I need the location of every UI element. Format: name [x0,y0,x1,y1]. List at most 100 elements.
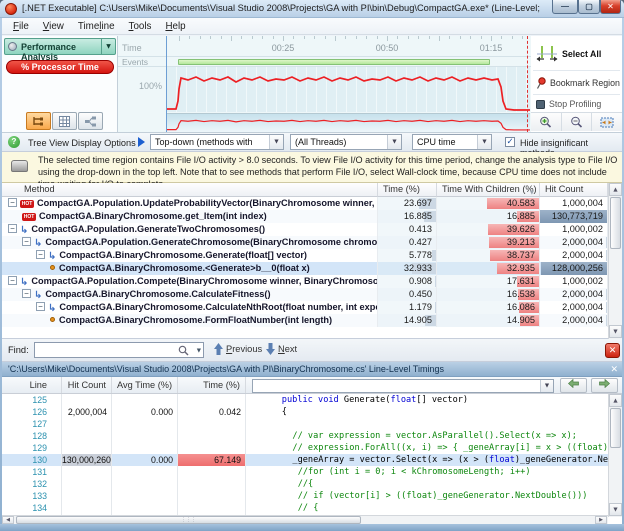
tick-label: 00:25 [266,43,300,53]
minor-tick [231,36,232,41]
chevron-down-icon[interactable]: ▼ [101,39,115,54]
method-row[interactable]: −↳CompactGA.BinaryChromosome.CalculateNt… [2,301,608,314]
close-button[interactable]: ✕ [600,0,621,14]
collapse-icon[interactable]: − [22,237,31,246]
code-row[interactable]: 131//for (int i = 0; i < kChromosomeLeng… [2,466,608,478]
code-row[interactable]: 125public void Generate(float[] vector) [2,394,608,406]
threads-dropdown[interactable]: (All Threads) ▼ [290,134,402,150]
minimize-button[interactable]: — [552,0,578,14]
method-row[interactable]: −↳CompactGA.Population.GenerateTwoChromo… [2,223,608,236]
region-end-marker[interactable] [527,36,528,132]
stop-profiling-button[interactable]: Stop Profiling [531,96,622,112]
close-icon: ✕ [601,0,620,13]
find-next-button[interactable]: Next [266,343,297,355]
scroll-thumb[interactable] [610,197,621,249]
menu-timeline[interactable]: Timeline [71,20,122,33]
cpu-usage-line [166,67,530,112]
menu-file[interactable]: File [6,20,36,33]
collapse-icon[interactable]: − [36,302,45,311]
code-row[interactable]: 129// expression.ForAll((x, i) => { _gen… [2,442,608,454]
cpu-graph[interactable] [166,67,530,112]
panel-close-icon[interactable]: ✕ [610,363,618,377]
source-column-time-[interactable]: Time (%) [178,377,246,393]
code-row[interactable]: 128// var expression = vector.AsParallel… [2,430,608,442]
column-header-method[interactable]: Method [2,183,378,197]
source-column-hit-count[interactable]: Hit Count [62,377,112,393]
timing-metric-dropdown[interactable]: CPU time ▼ [412,134,492,150]
zoom-fit-button[interactable] [592,113,622,131]
code-row[interactable]: 133// if (vector[i] > ((float)_geneGener… [2,490,608,502]
chevron-down-icon: ▼ [269,135,283,149]
zoom-out-button[interactable] [562,113,593,131]
code-row[interactable]: 1262,000,0040.0000.042{ [2,406,608,418]
column-header-time-[interactable]: Time (%) [378,183,437,197]
column-header-hit-count[interactable]: Hit Count [540,183,608,197]
select-all-button[interactable]: Select All [531,42,622,66]
scroll-left-button[interactable]: ◀ [2,516,14,524]
maximize-button[interactable]: ▢ [578,0,600,14]
source-column-avg-time-[interactable]: Avg Time (%) [112,377,178,393]
find-previous-button[interactable]: Previous [214,343,262,355]
method-row[interactable]: CompactGA.BinaryChromosome.FormFloatNumb… [2,314,608,327]
line-number: 128 [2,430,62,442]
code-row[interactable]: 127 [2,418,608,430]
overview-graph[interactable] [166,113,530,132]
hide-insignificant-checkbox[interactable]: ✓ [505,137,515,147]
method-combo[interactable]: ▼ [252,379,554,393]
source-hscrollbar[interactable]: ◀ ⋮⋮⋮ ▶ [2,515,608,524]
collapse-icon[interactable]: − [36,250,45,259]
scroll-thumb[interactable] [610,408,621,448]
method-row[interactable]: CompactGA.BinaryChromosome.<Generate>b__… [2,262,608,275]
grid-view-button[interactable] [52,112,77,130]
menu-help[interactable]: Help [158,20,192,33]
method-row[interactable]: −↳CompactGA.Population.Compete(BinaryChr… [2,275,608,288]
scroll-thumb[interactable]: ⋮⋮⋮ [16,516,361,524]
code-row[interactable]: 134// { [2,502,608,514]
scroll-down-button[interactable]: ▼ [609,325,622,338]
navigate-forward-button[interactable] [591,378,618,393]
time-value: 1.179 [378,301,436,314]
zoom-in-button[interactable] [531,113,562,131]
navigate-back-button[interactable] [560,378,587,393]
find-input[interactable]: ▼ [34,342,204,358]
tree-view-button[interactable] [26,112,51,130]
source-column-line[interactable]: Line [2,377,62,393]
line-hit-count-cell: 130,000,260 [62,454,112,466]
call-graph-view-button[interactable] [78,112,103,130]
help-icon[interactable]: ? [8,136,20,148]
method-row[interactable]: −↳CompactGA.BinaryChromosome.Generate(fl… [2,249,608,262]
collapse-icon[interactable]: − [8,198,17,207]
collapse-icon[interactable]: − [8,224,17,233]
code-row[interactable]: 130130,000,2600.00067.149_geneArray = ve… [2,454,608,466]
menu-tools[interactable]: Tools [122,20,159,33]
view-mode-dropdown[interactable]: Top-down (methods with source) ▼ [150,134,284,150]
call-arrow-icon: ↳ [34,290,42,301]
find-close-button[interactable]: ✕ [605,343,620,358]
collapse-icon[interactable]: − [22,289,31,298]
scroll-up-button[interactable]: ▲ [609,183,622,196]
time-with-children-value: 17.631 [437,275,539,288]
column-header-time-with-children-[interactable]: Time With Children (%)▼ [437,183,540,197]
source-vscrollbar[interactable]: ▲ ▼ [608,394,622,517]
menu-view[interactable]: View [36,20,71,33]
scroll-down-button[interactable]: ▼ [609,503,622,516]
hit-count-value: 2,000,004 [540,249,607,262]
method-row[interactable]: −HOTCompactGA.Population.UpdateProbabili… [2,197,608,210]
avg-time-cell [112,442,178,454]
minor-tick [345,36,346,39]
method-row[interactable]: −↳CompactGA.Population.GenerateChromosom… [2,236,608,249]
region-start-marker[interactable] [166,36,167,132]
method-name: CompactGA.BinaryChromosome.CalculateFitn… [45,289,270,299]
bookmark-region-button[interactable]: Bookmark Region [531,74,622,92]
code-row[interactable]: 132//{ [2,478,608,490]
source-code-view[interactable]: 125public void Generate(float[] vector)1… [2,394,608,517]
analysis-type-dropdown[interactable]: Performance Analysis ▼ [4,38,116,55]
scroll-right-button[interactable]: ▶ [595,516,607,524]
method-row[interactable]: HOTCompactGA.BinaryChromosome.get_Item(i… [2,210,608,223]
method-grid-vscrollbar[interactable]: ▲ ▼ [608,183,622,339]
method-row[interactable]: −↳CompactGA.BinaryChromosome.CalculateFi… [2,288,608,301]
timeline-chart[interactable]: Time 00:2500:5001:15 Events 100% [118,36,531,133]
collapse-icon[interactable]: − [8,276,17,285]
scroll-up-button[interactable]: ▲ [609,394,622,407]
time-ruler: Time 00:2500:5001:15 [118,36,531,57]
